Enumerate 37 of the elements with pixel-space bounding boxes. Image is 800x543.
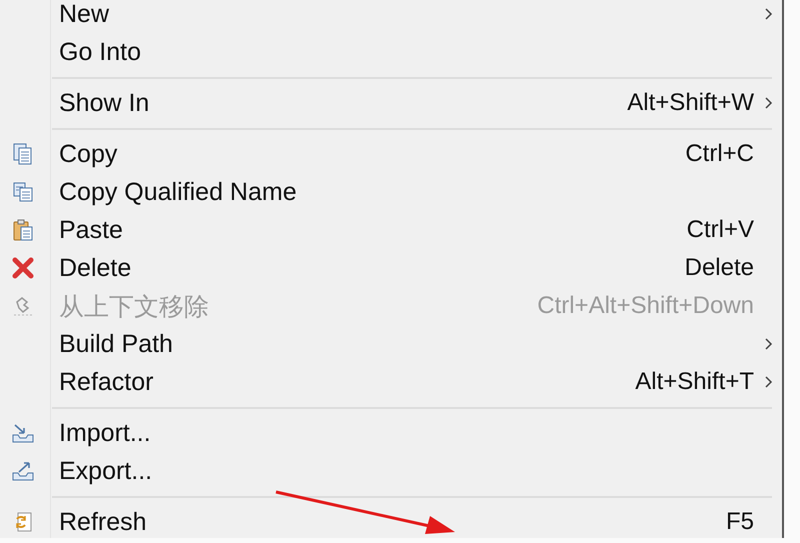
menu-item[interactable]: Build Path [0, 325, 782, 363]
menu-item[interactable]: Go Into [0, 33, 782, 71]
shortcut-label: Alt+Shift+T [635, 368, 754, 396]
menu-item[interactable]: Export... [0, 452, 782, 490]
menu-item-label: Go Into [59, 38, 141, 66]
menu-item[interactable]: Delete Delete [0, 249, 782, 287]
menu-item[interactable]: Paste Ctrl+V [0, 211, 782, 249]
menu-item-label: Export... [59, 456, 152, 486]
menu-item-label: 从上下文移除 [59, 292, 209, 322]
delete-icon [10, 256, 34, 280]
shortcut-label: Alt+Shift+W [627, 89, 754, 117]
menu-item-label: Show In [59, 88, 150, 118]
menu-item-label: Delete [59, 254, 132, 282]
copy-icon [10, 142, 34, 166]
menu-item[interactable]: Import... [0, 414, 782, 452]
menu-item-label: Refresh [59, 508, 147, 536]
menu-item[interactable]: Show In Alt+Shift+W [0, 84, 782, 122]
shortcut-label: F5 [726, 508, 754, 536]
shortcut-label: Delete [684, 254, 754, 282]
shortcut-label: Ctrl+Alt+Shift+Down [537, 292, 754, 320]
menu-item-label: Copy [59, 140, 118, 168]
menu-item-label: Paste [59, 216, 123, 244]
menu-item-label: Refactor [59, 368, 154, 396]
copy-icon [10, 180, 34, 204]
menu-item[interactable]: Copy Ctrl+C [0, 135, 782, 173]
menu-item-label: Build Path [59, 330, 173, 358]
menu-item[interactable]: Refresh F5 [0, 503, 782, 541]
menu-item-label: New [59, 0, 110, 28]
shortcut-label: Ctrl+V [686, 216, 754, 244]
menu-item-label: Copy Qualified Name [59, 178, 297, 206]
export-icon [10, 459, 36, 483]
clipboard-icon [10, 218, 34, 242]
shortcut-label: Ctrl+C [685, 140, 754, 168]
menu-item-label: Import... [59, 418, 151, 448]
menu-item[interactable]: Refactor Alt+Shift+T [0, 363, 782, 401]
menu-item[interactable]: Copy Qualified Name [0, 173, 782, 211]
menu-item[interactable]: New [0, 0, 782, 33]
